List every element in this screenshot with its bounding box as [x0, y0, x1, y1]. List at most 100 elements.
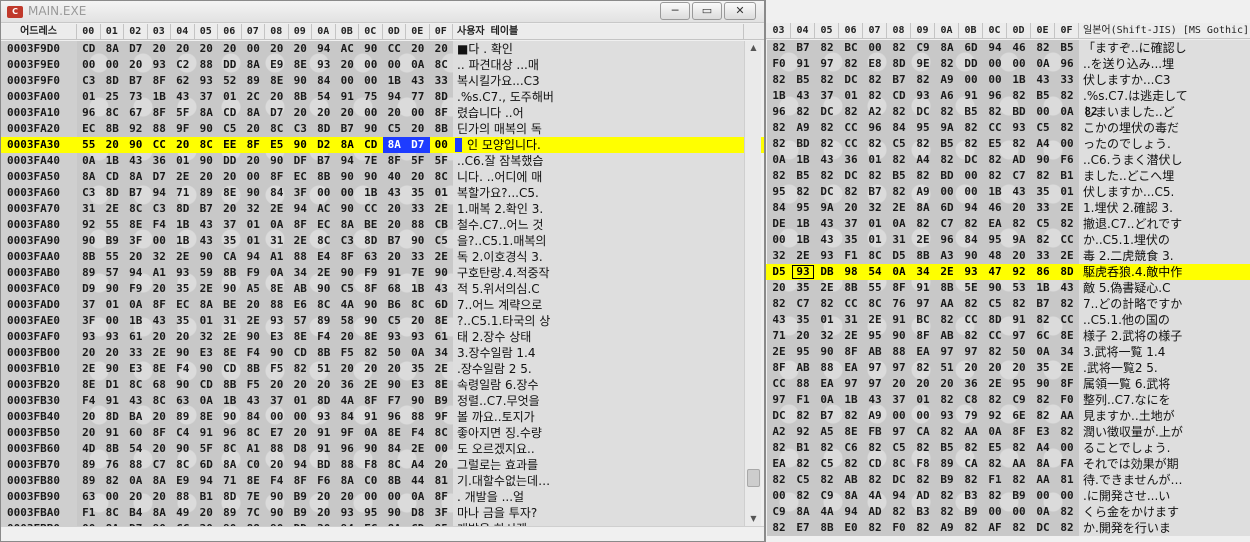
table-row[interactable]: 0003FA80 92 55 8E F4 1B 43 37 01 0A 8F EC 8A BE 20 88 CB…	[1, 217, 764, 233]
hex-byte-cell[interactable]: 00	[959, 168, 983, 184]
hex-byte-cell[interactable]: 94	[312, 41, 336, 57]
hex-byte-cell[interactable]: 90	[265, 153, 289, 169]
hex-byte-cell[interactable]: 43	[195, 217, 219, 233]
hex-byte-cell[interactable]: 91	[359, 409, 383, 425]
hex-byte-cell[interactable]: 2E	[911, 232, 935, 248]
hex-byte-cell[interactable]: 1B	[218, 393, 242, 409]
hex-byte-cell[interactable]: 8D	[101, 185, 125, 201]
hex-byte-cell[interactable]: 00	[863, 40, 887, 56]
hex-byte-cell[interactable]: 8B	[312, 169, 336, 185]
hex-byte-cell[interactable]: 54	[863, 264, 887, 280]
hex-byte-cell[interactable]: DC	[839, 168, 863, 184]
hex-byte-cell[interactable]: 90	[359, 121, 383, 137]
hex-byte-cell[interactable]: B1	[791, 440, 815, 456]
hex-byte-cell[interactable]: DC	[959, 152, 983, 168]
hex-byte-cell[interactable]: 82	[1055, 520, 1079, 536]
hex-byte-cell[interactable]: 0A	[406, 345, 430, 361]
hex-byte-cell[interactable]: 20	[195, 169, 219, 185]
hex-byte-cell[interactable]: F1	[791, 392, 815, 408]
hex-byte-cell[interactable]: 20	[336, 361, 360, 377]
hex-byte-cell[interactable]: 36	[336, 377, 360, 393]
hex-byte-cell[interactable]: E3	[124, 361, 148, 377]
hex-byte-cell[interactable]: 20	[289, 425, 313, 441]
hex-byte-cell[interactable]: 2E	[77, 361, 101, 377]
hex-byte-cell[interactable]: 00	[265, 409, 289, 425]
hex-byte-cell[interactable]: 43	[171, 89, 195, 105]
hex-byte-cell[interactable]: C3	[77, 185, 101, 201]
hex-byte-cell[interactable]: 2E	[430, 201, 454, 217]
hex-byte-cell[interactable]: 90	[171, 441, 195, 457]
hex-byte-cell[interactable]: 20	[1007, 248, 1031, 264]
hex-byte-cell[interactable]: D7	[406, 137, 430, 153]
hex-byte-cell[interactable]: 2E	[148, 345, 172, 361]
hex-byte-cell[interactable]: 91	[336, 89, 360, 105]
hex-byte-cell[interactable]: 2C	[242, 89, 266, 105]
hex-byte-cell[interactable]: 82	[839, 408, 863, 424]
hex-byte-cell[interactable]: A4	[406, 457, 430, 473]
hex-byte-cell[interactable]: 82	[1007, 136, 1031, 152]
table-row[interactable]: C9 8A 4A 94 AD 82 B3 82 B9 00 00 0A 82 くら金をかけます	[766, 504, 1250, 520]
hex-byte-cell[interactable]: 96	[77, 105, 101, 121]
hex-byte-cell[interactable]: 82	[983, 392, 1007, 408]
hex-byte-cell[interactable]: 82	[911, 168, 935, 184]
hex-byte-cell[interactable]: E8	[863, 56, 887, 72]
scroll-down-arrow-icon[interactable]: ▼	[745, 512, 762, 526]
hex-byte-cell[interactable]: 00	[383, 489, 407, 505]
hex-byte-cell[interactable]: 96	[383, 409, 407, 425]
hex-byte-cell[interactable]: CB	[430, 217, 454, 233]
hex-byte-cell[interactable]: F0	[767, 56, 791, 72]
hex-byte-cell[interactable]: 20	[218, 169, 242, 185]
hex-byte-cell[interactable]: 4A	[815, 504, 839, 520]
hex-byte-cell[interactable]: 0A	[815, 392, 839, 408]
hex-byte-cell[interactable]: 8E	[242, 473, 266, 489]
hex-byte-cell[interactable]: EA	[983, 216, 1007, 232]
hex-byte-cell[interactable]: AB	[289, 281, 313, 297]
hex-byte-cell[interactable]: 1B	[983, 184, 1007, 200]
hex-byte-cell[interactable]: 8F	[839, 344, 863, 360]
hex-byte-cell[interactable]: 20	[148, 489, 172, 505]
hex-byte-cell[interactable]: 00	[359, 105, 383, 121]
hex-byte-cell[interactable]: 8A	[242, 105, 266, 121]
hex-byte-cell[interactable]: 82	[767, 72, 791, 88]
hex-byte-cell[interactable]: 89	[77, 265, 101, 281]
hex-byte-cell[interactable]: DE	[767, 216, 791, 232]
hex-byte-cell[interactable]: 90	[359, 169, 383, 185]
hex-byte-cell[interactable]: A2	[767, 424, 791, 440]
hex-byte-cell[interactable]: 9F	[171, 121, 195, 137]
hex-byte-cell[interactable]: 82	[767, 168, 791, 184]
table-row[interactable]: 82 BD 82 CC 82 C5 82 B5 82 E5 82 A4 00 ったのでしょう.	[766, 136, 1250, 152]
hex-byte-cell[interactable]: 00	[383, 57, 407, 73]
hex-byte-cell[interactable]: 20	[195, 505, 219, 521]
hex-byte-cell[interactable]: 82	[911, 72, 935, 88]
hex-byte-cell[interactable]: C3	[336, 233, 360, 249]
table-row[interactable]: 0003FB70 89 76 88 C7 8C 6D 8A C0 20 94 BD 88 F8 8C A4 20…	[1, 457, 764, 473]
hex-byte-cell[interactable]: CD	[289, 345, 313, 361]
hex-byte-cell[interactable]: 82	[887, 152, 911, 168]
hex-byte-cell[interactable]: 00	[359, 57, 383, 73]
hex-byte-cell[interactable]: 82	[935, 424, 959, 440]
hex-byte-cell[interactable]: 20	[265, 89, 289, 105]
hex-byte-cell[interactable]: B7	[195, 201, 219, 217]
hex-byte-cell[interactable]: CA	[911, 424, 935, 440]
hex-byte-cell[interactable]: 82	[791, 488, 815, 504]
hex-byte-cell[interactable]: F9	[242, 265, 266, 281]
hex-byte-cell[interactable]: EA	[767, 456, 791, 472]
hex-byte-cell[interactable]: 91	[312, 425, 336, 441]
hex-byte-cell[interactable]: CC	[839, 120, 863, 136]
table-row[interactable]: 0003FA40 0A 1B 43 36 01 90 DD 20 90 DF B7 94 7E 8F 5F 5F…	[1, 153, 764, 169]
hex-byte-cell[interactable]: 90	[289, 137, 313, 153]
hex-byte-cell[interactable]: 20	[383, 105, 407, 121]
hex-byte-cell[interactable]: 93	[77, 329, 101, 345]
hex-byte-cell[interactable]: 92	[983, 408, 1007, 424]
hex-byte-cell[interactable]: D8	[289, 441, 313, 457]
hex-byte-cell[interactable]: 00	[767, 232, 791, 248]
hex-byte-cell[interactable]: B5	[791, 72, 815, 88]
hex-byte-cell[interactable]: 8B	[242, 361, 266, 377]
hex-byte-cell[interactable]: 84	[767, 200, 791, 216]
hex-byte-cell[interactable]: 8A	[124, 169, 148, 185]
hex-byte-cell[interactable]: E3	[1031, 424, 1055, 440]
hex-byte-cell[interactable]: 7C	[242, 505, 266, 521]
hex-byte-cell[interactable]: 35	[791, 280, 815, 296]
hex-byte-cell[interactable]: 8C	[887, 456, 911, 472]
hex-byte-cell[interactable]: 89	[195, 185, 219, 201]
